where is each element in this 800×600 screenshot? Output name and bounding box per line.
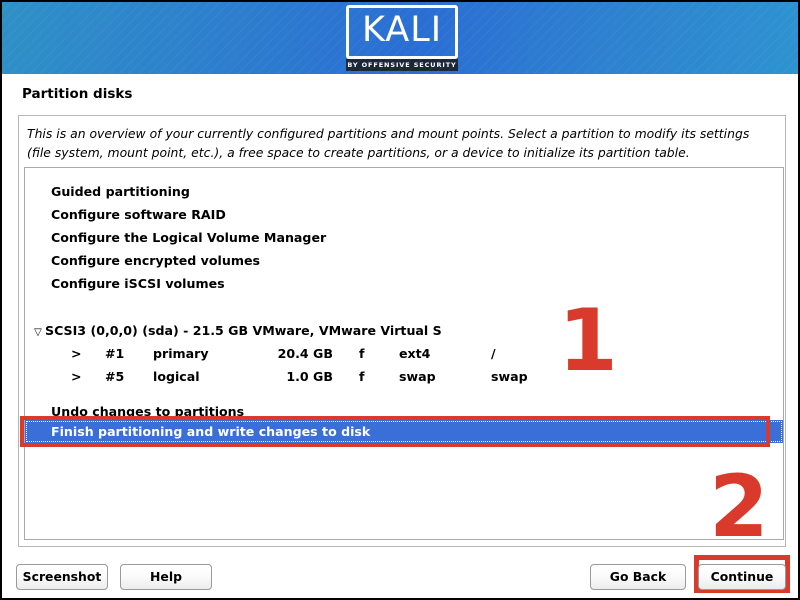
kali-header-banner: KALI BY OFFENSIVE SECURITY [2, 2, 798, 74]
partition-list[interactable]: Guided partitioning Configure software R… [24, 167, 784, 540]
list-gap-before-disk [25, 295, 783, 307]
partition-type: logical [153, 369, 200, 384]
page-description: This is an overview of your currently co… [27, 126, 750, 160]
continue-button[interactable]: Continue [698, 564, 786, 590]
partition-flag: f [359, 346, 365, 361]
list-item-configure-lvm[interactable]: Configure the Logical Volume Manager [25, 226, 783, 249]
list-item-label: Finish partitioning and write changes to… [51, 424, 371, 439]
list-item-label: Guided partitioning [51, 184, 190, 199]
partition-type: primary [153, 346, 209, 361]
partition-size: 1.0 GB [286, 369, 333, 384]
table-row[interactable]: > #1 primary 20.4 GB f ext4/ [25, 342, 783, 365]
help-button[interactable]: Help [120, 564, 212, 590]
disk-label: SCSI3 (0,0,0) (sda) - 21.5 GB VMware, VM… [45, 323, 442, 338]
partition-filesystem: swap [399, 369, 436, 384]
partition-size: 20.4 GB [277, 346, 333, 361]
screenshot-button[interactable]: Screenshot [16, 564, 108, 590]
table-row[interactable]: > #5 logical 1.0 GB f swap swap [25, 365, 783, 388]
partition-number: #1 [105, 346, 125, 361]
list-item-configure-encrypted-volumes[interactable]: Configure encrypted volumes [25, 249, 783, 272]
logo-tagline-bar: BY OFFENSIVE SECURITY [346, 59, 458, 71]
list-item-label: Configure the Logical Volume Manager [51, 230, 327, 245]
list-item-configure-iscsi-volumes[interactable]: Configure iSCSI volumes [25, 272, 783, 295]
list-item-label: Undo changes to partitions [51, 404, 245, 419]
list-item-label: Configure iSCSI volumes [51, 276, 225, 291]
partition-flag: f [359, 369, 365, 384]
list-item-label: Configure software RAID [51, 207, 226, 222]
page-title: Partition disks [22, 86, 133, 102]
chevron-down-icon[interactable]: ▽ [31, 321, 45, 344]
partition-number: #5 [105, 369, 125, 384]
disk-row-sda[interactable]: ▽ SCSI3 (0,0,0) (sda) - 21.5 GB VMware, V… [25, 319, 783, 342]
list-top-spacer [25, 168, 783, 180]
partition-marker: > [71, 369, 82, 384]
logo-tagline: BY OFFENSIVE SECURITY [347, 61, 457, 69]
annotation-step-2: 2 [709, 457, 769, 557]
partition-filesystem: ext4 [399, 346, 431, 361]
list-item-guided-partitioning[interactable]: Guided partitioning [25, 180, 783, 203]
list-item-label: Configure encrypted volumes [51, 253, 260, 268]
kali-logo: KALI BY OFFENSIVE SECURITY [346, 5, 458, 71]
annotation-step-1: 1 [558, 291, 618, 391]
partition-marker: > [71, 346, 82, 361]
go-back-button[interactable]: Go Back [590, 564, 686, 590]
list-item-configure-software-raid[interactable]: Configure software RAID [25, 203, 783, 226]
list-item-finish-partitioning[interactable]: Finish partitioning and write changes to… [25, 420, 783, 443]
logo-wordmark: KALI [361, 10, 443, 50]
list-gap-before-disk-2 [25, 307, 783, 319]
